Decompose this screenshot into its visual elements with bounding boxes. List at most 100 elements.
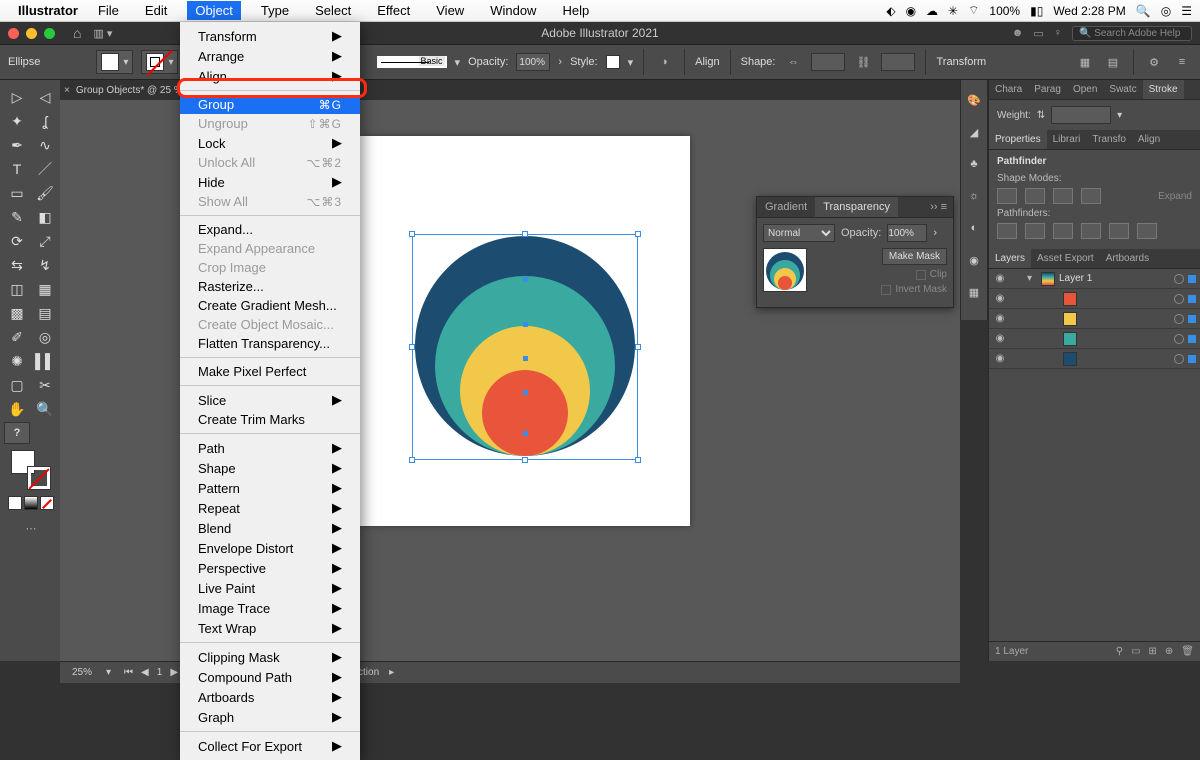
menu-item-perspective[interactable]: Perspective▶ [180,558,360,578]
selection-handle[interactable] [635,457,641,463]
preferences-icon[interactable]: ⚙ [1144,52,1164,72]
fill-stroke-proxy[interactable] [11,450,51,490]
layer-row-top[interactable]: ◉ ▾ Layer 1 [989,269,1200,289]
magic-wand-tool-icon[interactable]: ✦ [4,110,30,132]
recolor-icon[interactable]: ◑ [654,52,674,72]
stroke-dropdown[interactable]: ▾ [141,50,178,74]
visibility-icon[interactable]: ◉ [993,333,1007,344]
clip-checkbox[interactable]: Clip [916,269,947,280]
type-tool-icon[interactable]: T [4,158,30,180]
menu-help[interactable]: Help [556,1,595,20]
symbol-sprayer-tool-icon[interactable]: ✺ [4,350,30,372]
target-icon[interactable] [1174,354,1184,364]
paintbrush-tool-icon[interactable]: 🖌 [32,182,58,204]
panel-tab-chara[interactable]: Chara [989,80,1028,99]
transparency-thumbnail[interactable] [763,248,807,292]
locate-object-icon[interactable]: ⚲ [1116,646,1123,657]
minus-front-icon[interactable] [1025,188,1045,204]
shaper-tool-icon[interactable]: ✎ [4,206,30,228]
menu-item-shape[interactable]: Shape▶ [180,458,360,478]
visibility-icon[interactable]: ◉ [993,313,1007,324]
battery-icon[interactable]: ▮▯ [1030,4,1043,18]
selection-handle[interactable] [409,457,415,463]
menu-item-image-trace[interactable]: Image Trace▶ [180,598,360,618]
stroke-weight-input[interactable] [1051,106,1111,124]
visibility-icon[interactable]: ◉ [993,273,1007,284]
intersect-icon[interactable] [1053,188,1073,204]
gradient-tool-icon[interactable]: ▤ [32,302,58,324]
panel-tab-swatc[interactable]: Swatc [1103,80,1142,99]
free-transform-tool-icon[interactable]: ↯ [32,254,58,276]
panel-opacity-input[interactable] [887,224,927,242]
panel-tab-open[interactable]: Open [1067,80,1103,99]
panel-tab-layers[interactable]: Layers [989,249,1031,268]
pen-tool-icon[interactable]: ✒ [4,134,30,156]
panel-tab-artboards[interactable]: Artboards [1100,249,1155,268]
new-layer-icon[interactable]: ⊕ [1165,646,1173,657]
panel-tab-transfo[interactable]: Transfo [1086,130,1132,149]
artboard-tool-icon[interactable]: ▢ [4,374,30,396]
menu-select[interactable]: Select [309,1,357,20]
siri-icon[interactable]: ◎ [1161,4,1171,18]
blend-tool-icon[interactable]: ◎ [32,326,58,348]
menu-window[interactable]: Window [484,1,542,20]
target-icon[interactable] [1174,294,1184,304]
layer-row[interactable]: ◉ [989,349,1200,369]
anchor-point[interactable] [523,390,528,395]
gradient-tab[interactable]: Gradient [757,197,815,217]
menu-item-artboards[interactable]: Artboards▶ [180,687,360,707]
menu-item-expand-[interactable]: Expand... [180,220,360,239]
menu-item-text-wrap[interactable]: Text Wrap▶ [180,618,360,638]
search-help-input[interactable]: 🔍 Search Adobe Help [1072,26,1192,41]
stroke-proxy[interactable] [27,466,51,490]
anchor-point[interactable] [523,431,528,436]
layer-row[interactable]: ◉ [989,289,1200,309]
menu-edit[interactable]: Edit [139,1,173,20]
menu-item-envelope-distort[interactable]: Envelope Distort▶ [180,538,360,558]
menu-effect[interactable]: Effect [371,1,416,20]
menu-file[interactable]: File [92,1,125,20]
target-icon[interactable] [1174,314,1184,324]
menu-item-create-gradient-mesh-[interactable]: Create Gradient Mesh... [180,296,360,315]
selection-handle[interactable] [522,457,528,463]
menu-item-flatten-transparency-[interactable]: Flatten Transparency... [180,334,360,353]
menu-view[interactable]: View [430,1,470,20]
zoom-window-icon[interactable] [44,28,55,39]
isolate-icon[interactable]: ▦ [1075,52,1095,72]
curvature-tool-icon[interactable]: ∿ [32,134,58,156]
rectangle-tool-icon[interactable]: ▭ [4,182,30,204]
menu-item-compound-path[interactable]: Compound Path▶ [180,667,360,687]
edit-toolbar-more-icon[interactable]: ⋯ [4,522,58,535]
selection-handle[interactable] [635,344,641,350]
anchor-point[interactable] [523,356,528,361]
stroke-panel-icon[interactable]: ◐ [964,218,984,238]
cc-icon[interactable]: ◉ [906,4,916,18]
panel-tab-properties[interactable]: Properties [989,130,1047,149]
menu-item-path[interactable]: Path▶ [180,438,360,458]
symbols-panel-icon[interactable]: ♣ [964,154,984,174]
selection-tool-icon[interactable]: ▷ [4,86,30,108]
merge-icon[interactable] [1053,223,1073,239]
menu-type[interactable]: Type [255,1,295,20]
airdrop-icon[interactable]: ✳ [948,4,958,18]
document-tab[interactable]: Group Objects* @ 25 % [76,85,183,96]
dropbox-icon[interactable]: ⬖ [886,4,895,18]
delete-layer-icon[interactable]: 🗑 [1181,646,1194,657]
new-sublayer-icon[interactable]: ⊞ [1149,646,1157,657]
minimize-window-icon[interactable] [26,28,37,39]
crop-icon[interactable] [1081,223,1101,239]
panel-tab-stroke[interactable]: Stroke [1143,80,1184,99]
visibility-icon[interactable]: ◉ [993,353,1007,364]
selection-bounding-box[interactable] [412,234,638,460]
fill-dropdown[interactable]: ▾ [96,50,133,74]
menu-item-rasterize-[interactable]: Rasterize... [180,277,360,296]
learn-icon[interactable]: ♀ [1054,27,1062,39]
shape-height-input[interactable] [881,53,915,71]
spotlight-icon[interactable]: 🔍 [1136,4,1151,18]
line-tool-icon[interactable]: ／ [32,158,58,180]
outline-icon[interactable] [1109,223,1129,239]
exclude-icon[interactable] [1081,188,1101,204]
menu-item-group[interactable]: Group⌘G [180,95,360,114]
panel-tab-librari[interactable]: Librari [1047,130,1087,149]
graphic-styles-panel-icon[interactable]: ▦ [964,282,984,302]
